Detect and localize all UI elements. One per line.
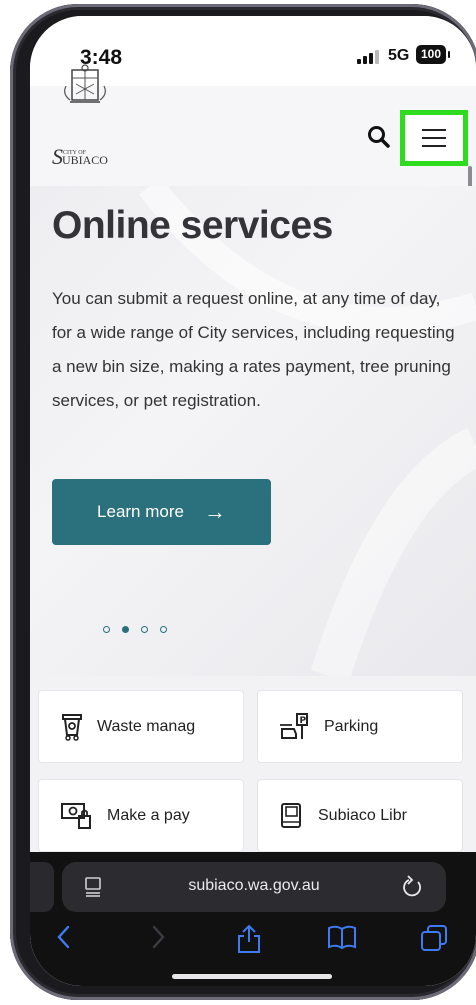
previous-tab-preview[interactable] — [30, 862, 54, 912]
arrow-right-icon: → — [203, 499, 226, 524]
service-card-parking[interactable]: P Parking — [257, 690, 463, 763]
tabs-icon[interactable] — [420, 924, 448, 952]
learn-more-label: Learn more — [97, 502, 184, 521]
service-card-label: Parking — [324, 717, 379, 735]
share-icon[interactable] — [236, 924, 262, 954]
payment-icon — [61, 802, 91, 829]
library-book-icon — [281, 802, 301, 828]
svg-text:P: P — [300, 716, 307, 726]
battery-icon: 100 — [416, 45, 450, 64]
carousel-dot[interactable] — [160, 626, 167, 633]
service-card-label: Subiaco Libr — [318, 806, 407, 824]
city-crest-logo-icon[interactable] — [52, 64, 122, 126]
hamburger-menu-button[interactable] — [400, 110, 468, 166]
home-indicator[interactable] — [172, 974, 332, 979]
service-card-payment[interactable]: Make a pay — [38, 779, 244, 852]
carousel-dot[interactable] — [103, 626, 110, 633]
hero-description: You can submit a request online, at any … — [52, 289, 455, 410]
hero-background-pattern — [138, 186, 476, 676]
carousel-pagination — [103, 626, 167, 633]
network-type: 5G — [388, 47, 410, 64]
carousel-dot-active[interactable] — [122, 626, 129, 633]
learn-more-button[interactable]: Learn more → — [52, 479, 271, 545]
search-icon[interactable] — [366, 124, 392, 150]
logo-small-text: CITY OF — [63, 150, 86, 156]
reload-icon[interactable] — [402, 875, 424, 899]
service-card-library[interactable]: Subiaco Libr — [257, 779, 463, 852]
browser-toolbar: subiaco.wa.gov.au — [30, 852, 476, 986]
phone-screen: 3:48 5G 100 SCITY OFUBIACO Online servic… — [30, 16, 476, 986]
service-card-label: Waste manag — [97, 717, 196, 735]
carousel-dot[interactable] — [141, 626, 148, 633]
bookmarks-icon[interactable] — [327, 924, 357, 950]
service-card-waste[interactable]: Waste manag — [38, 690, 244, 763]
logo-wordmark: SCITY OFUBIACO — [52, 144, 108, 170]
service-card-label: Make a pay — [107, 806, 190, 824]
address-bar[interactable]: subiaco.wa.gov.au — [62, 862, 446, 912]
hamburger-menu-icon — [422, 129, 446, 131]
parking-icon: P — [280, 712, 308, 739]
forward-icon[interactable] — [148, 924, 168, 950]
cellular-signal-icon — [357, 50, 379, 64]
hero-title: Online services — [52, 204, 333, 247]
browser-nav-toolbar — [30, 924, 476, 964]
waste-bin-icon — [62, 713, 82, 741]
url-text: subiaco.wa.gov.au — [188, 877, 320, 894]
hero-banner — [30, 186, 476, 676]
back-icon[interactable] — [54, 924, 74, 950]
